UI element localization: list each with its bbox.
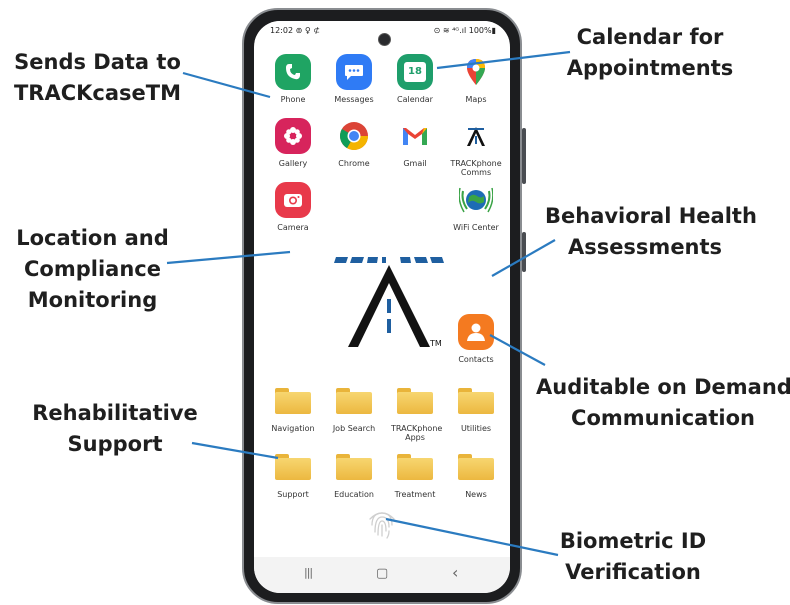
- app-label: WiFi Center: [453, 223, 499, 232]
- folder-label: Support: [277, 490, 309, 499]
- folder-label: Treatment: [394, 490, 436, 499]
- callout-rehab: Rehabilitative Support: [30, 398, 200, 460]
- app-maps[interactable]: Maps: [446, 54, 506, 104]
- chrome-icon: [336, 118, 372, 154]
- home-button[interactable]: ▢: [376, 566, 388, 581]
- trackphone-logo-icon: [334, 257, 444, 347]
- trackphone-logo-icon: [458, 118, 494, 154]
- callout-line-1: Sends Data to: [14, 50, 181, 74]
- callout-behavioral-health: Behavioral Health Assessments: [545, 201, 757, 263]
- callout-line-1: Behavioral Health: [545, 204, 757, 228]
- app-label: Gmail: [403, 159, 427, 168]
- callout-line-2: Communication: [571, 406, 755, 430]
- phone-icon: [275, 54, 311, 90]
- contacts-icon: [458, 314, 494, 350]
- folder-label: TRACKphone Apps: [391, 424, 443, 442]
- calendar-day-number: 18: [404, 62, 426, 82]
- callout-line-2: Compliance: [24, 257, 161, 281]
- app-camera[interactable]: Camera: [263, 182, 323, 232]
- callout-line-1: Rehabilitative: [32, 401, 198, 425]
- app-label: Maps: [465, 95, 487, 104]
- trackphone-logo: TM: [334, 247, 444, 357]
- callout-line-3: Monitoring: [27, 288, 158, 312]
- callout-line-1: Calendar for: [576, 25, 724, 49]
- phone-screen: 12:02 ⊚ ♀ ⊄ ⊙ ≋ ⁴ᴳ.ıl 100%▮ Phone Messag…: [254, 21, 510, 593]
- folder-utilities[interactable]: Utilities: [446, 383, 506, 433]
- app-phone[interactable]: Phone: [263, 54, 323, 104]
- fingerprint-icon: [369, 512, 395, 539]
- callout-line-2: Verification: [565, 560, 701, 584]
- callout-line-1: Auditable on Demand: [536, 375, 790, 399]
- front-camera: [378, 33, 391, 46]
- callout-sends-data: Sends Data to TRACKcaseTM: [10, 47, 185, 109]
- app-trackphone-comms[interactable]: TRACKphone Comms: [446, 118, 506, 177]
- logo-trademark: TM: [430, 339, 442, 348]
- callout-line-2: Appointments: [566, 56, 734, 80]
- folder-icon: [336, 449, 372, 485]
- app-label: Contacts: [458, 355, 494, 364]
- callout-calendar: Calendar for Appointments: [560, 22, 740, 84]
- status-indicators: ⊙ ≋ ⁴ᴳ.ıl 100%▮: [433, 26, 496, 35]
- folder-label: Job Search: [332, 424, 376, 433]
- folder-navigation[interactable]: Navigation: [263, 383, 323, 433]
- app-label: Messages: [334, 95, 374, 104]
- folder-icon: [397, 383, 433, 419]
- recents-button[interactable]: |||: [304, 566, 313, 579]
- callout-line-2: TRACKcaseTM: [13, 81, 181, 105]
- wifi-globe-icon: [458, 182, 494, 218]
- folder-trackphone-apps[interactable]: TRACKphone Apps: [385, 383, 445, 442]
- app-gmail[interactable]: Gmail: [385, 118, 445, 168]
- fingerprint-sensor[interactable]: [364, 505, 400, 541]
- app-calendar[interactable]: 18 Calendar: [385, 54, 445, 104]
- app-wifi-center[interactable]: WiFi Center: [446, 182, 506, 232]
- gmail-icon: [397, 118, 433, 154]
- folder-support[interactable]: Support: [263, 449, 323, 499]
- callout-auditable: Auditable on Demand Communication: [536, 372, 790, 434]
- power-button: [522, 232, 526, 272]
- folder-icon: [458, 449, 494, 485]
- app-label: Camera: [277, 223, 309, 232]
- folder-job-search[interactable]: Job Search: [324, 383, 384, 433]
- app-label: Chrome: [338, 159, 370, 168]
- app-label: Phone: [280, 95, 306, 104]
- callout-line-1: Biometric ID: [559, 529, 707, 553]
- status-time: 12:02 ⊚ ♀ ⊄: [270, 26, 320, 35]
- folder-icon: [458, 383, 494, 419]
- gallery-icon: [275, 118, 311, 154]
- folder-treatment[interactable]: Treatment: [385, 449, 445, 499]
- folder-icon: [275, 449, 311, 485]
- app-contacts[interactable]: Contacts: [446, 314, 506, 364]
- camera-icon: [275, 182, 311, 218]
- app-label: TRACKphone Comms: [450, 159, 502, 177]
- folder-news[interactable]: News: [446, 449, 506, 499]
- folder-icon: [275, 383, 311, 419]
- folder-icon: [397, 449, 433, 485]
- calendar-icon: 18: [397, 54, 433, 90]
- folder-label: Utilities: [460, 424, 492, 433]
- callout-biometric: Biometric ID Verification: [548, 526, 718, 588]
- app-label: Gallery: [278, 159, 308, 168]
- app-label: Calendar: [397, 95, 433, 104]
- callout-line-2: Assessments: [567, 235, 723, 259]
- maps-icon: [458, 54, 494, 90]
- callout-location: Location and Compliance Monitoring: [5, 223, 180, 316]
- back-button[interactable]: ‹: [452, 563, 458, 582]
- folder-label: Education: [334, 490, 374, 499]
- messages-icon: [336, 54, 372, 90]
- folder-education[interactable]: Education: [324, 449, 384, 499]
- callout-line-2: Support: [67, 432, 163, 456]
- folder-label: Navigation: [271, 424, 315, 433]
- app-messages[interactable]: Messages: [324, 54, 384, 104]
- app-gallery[interactable]: Gallery: [263, 118, 323, 168]
- folder-label: News: [465, 490, 487, 499]
- volume-button: [522, 128, 526, 184]
- folder-icon: [336, 383, 372, 419]
- app-chrome[interactable]: Chrome: [324, 118, 384, 168]
- navigation-bar: ||| ▢ ‹: [254, 557, 510, 593]
- callout-line-1: Location and: [16, 226, 169, 250]
